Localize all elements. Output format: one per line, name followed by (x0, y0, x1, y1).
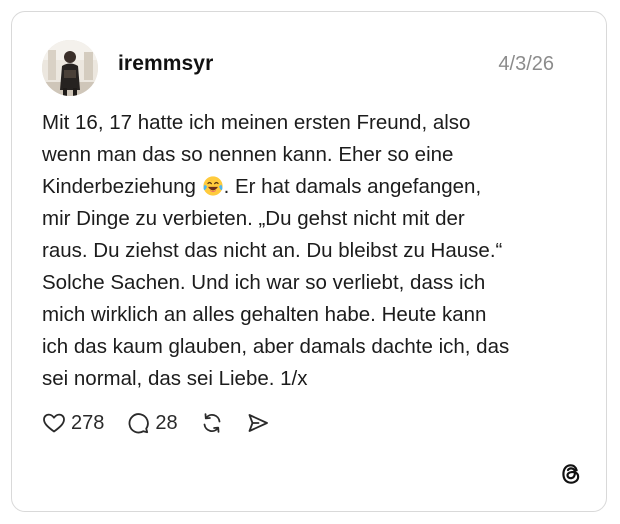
text-line: Solche Sachen. Und ich war so verliebt, … (42, 271, 486, 294)
username[interactable]: iremmsyr (118, 52, 213, 76)
post-card: iremmsyr 4/3/26 Mit 16, 17 hatte ich mei… (11, 11, 607, 512)
avatar[interactable] (42, 40, 98, 96)
like-count: 278 (71, 411, 105, 434)
send-icon (248, 414, 268, 432)
face-with-tears-of-joy-icon (202, 176, 223, 196)
text-line: Kinderbeziehung . Er hat damals angefang… (42, 171, 582, 203)
text-segment: Kinderbeziehung (42, 175, 196, 198)
share-button[interactable] (246, 411, 270, 435)
threads-logo-icon (562, 464, 580, 484)
post-text: Mit 16, 17 hatte ich meinen ersten Freun… (42, 107, 582, 395)
text-line: ich das kaum glauben, aber damals dachte… (42, 335, 510, 358)
repost-button[interactable] (200, 411, 224, 435)
text-line: mir Dinge zu verbieten. „Du gehst nicht … (42, 207, 465, 230)
heart-icon (43, 413, 65, 433)
text-line: Mit 16, 17 hatte ich meinen ersten Freun… (42, 111, 471, 134)
avatar-photo (42, 40, 98, 96)
text-line: mich wirklich an alles gehalten habe. He… (42, 303, 487, 326)
text-segment: . Er hat damals angefangen, (223, 175, 482, 198)
reply-button[interactable]: 28 (126, 411, 178, 435)
like-button[interactable]: 278 (42, 411, 104, 435)
repost-icon (203, 413, 221, 433)
post-actions: 278 28 (42, 409, 292, 437)
text-line: wenn man das so nennen kann. Eher so ein… (42, 143, 454, 166)
post-date: 4/3/26 (498, 53, 554, 75)
reply-count: 28 (155, 411, 178, 434)
comment-icon (128, 413, 150, 434)
text-line: sei normal, das sei Liebe. 1/x (42, 367, 308, 390)
text-line: raus. Du ziehst das nicht an. Du bleibst… (42, 239, 503, 262)
